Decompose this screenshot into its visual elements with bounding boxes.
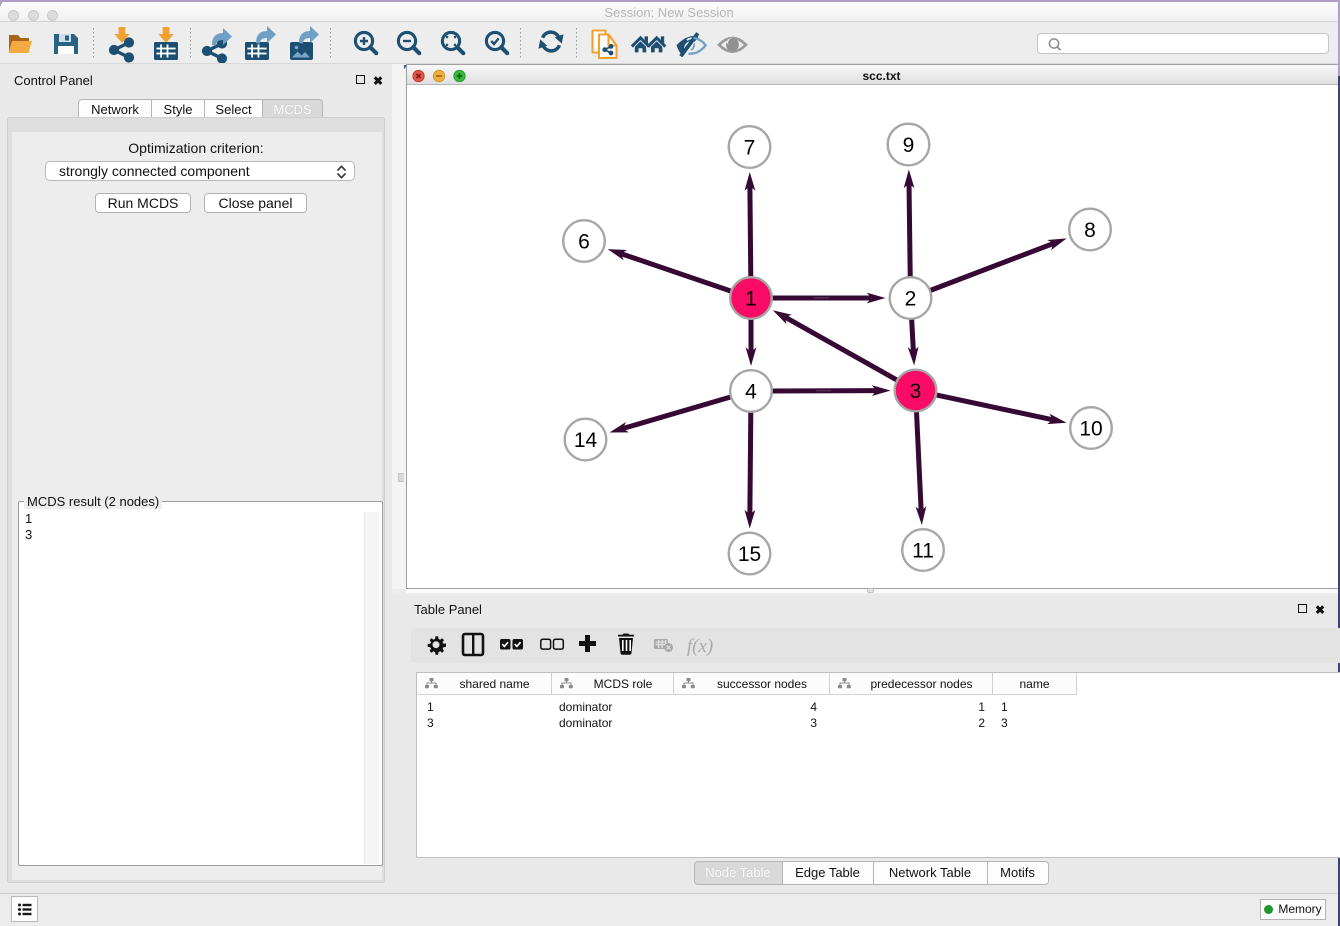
svg-text:7: 7: [744, 137, 756, 160]
svg-text:11: 11: [912, 540, 934, 563]
svg-text:1: 1: [745, 288, 757, 311]
svg-text:10: 10: [1079, 418, 1102, 441]
svg-text:15: 15: [738, 543, 761, 566]
svg-text:f(x): f(x): [687, 636, 713, 657]
svg-text:8: 8: [1084, 219, 1096, 242]
svg-text:2: 2: [905, 288, 917, 311]
svg-text:14: 14: [574, 429, 598, 452]
svg-text:9: 9: [903, 134, 915, 157]
svg-text:3: 3: [910, 380, 922, 403]
svg-text:4: 4: [745, 381, 757, 404]
svg-text:6: 6: [578, 231, 590, 254]
